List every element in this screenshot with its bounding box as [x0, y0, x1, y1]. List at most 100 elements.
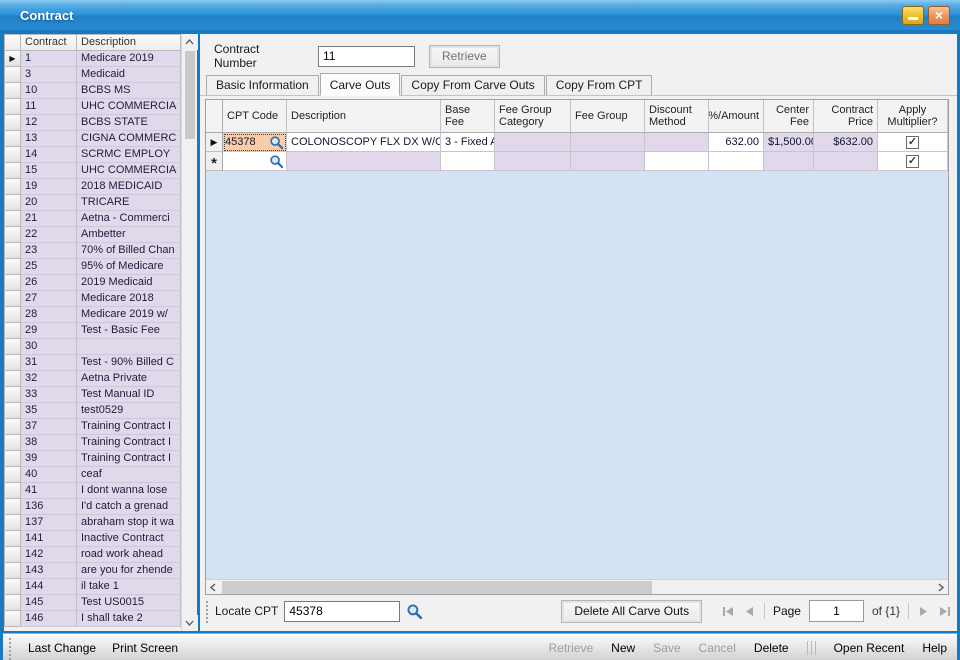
contract-list-row[interactable]: 146 I shall take 2: [4, 611, 181, 627]
contract-list-row[interactable]: 30: [4, 339, 181, 355]
contract-list-row[interactable]: 11 UHC COMMERCIA: [4, 99, 181, 115]
contract-list-row[interactable]: 143 are you for zhende: [4, 563, 181, 579]
contract-list-row[interactable]: 32 Aetna Private: [4, 371, 181, 387]
scroll-left-icon[interactable]: [206, 581, 220, 594]
fee-group-cell[interactable]: [571, 152, 645, 171]
panel-splitter[interactable]: [188, 34, 200, 631]
col-header-base-fee[interactable]: Base Fee: [441, 100, 495, 133]
contract-list-row[interactable]: 41 I dont wanna lose: [4, 483, 181, 499]
contract-list-row[interactable]: 40 ceaf: [4, 467, 181, 483]
tab-copy-from-carve-outs[interactable]: Copy From Carve Outs: [401, 75, 544, 95]
scroll-right-icon[interactable]: [934, 581, 948, 594]
contract-list-row[interactable]: 137 abraham stop it wa: [4, 515, 181, 531]
pct-amount-cell[interactable]: [709, 152, 764, 171]
print-screen-button[interactable]: Print Screen: [112, 641, 178, 655]
delete-action[interactable]: Delete: [754, 641, 789, 655]
contract-list-row[interactable]: 14 SCRMC EMPLOY: [4, 147, 181, 163]
cpt-code-cell[interactable]: 45378: [223, 133, 287, 152]
contract-list-row[interactable]: 12 BCBS STATE: [4, 115, 181, 131]
discount-method-cell[interactable]: [645, 152, 709, 171]
fee-group-category-cell[interactable]: [495, 152, 571, 171]
help-action[interactable]: Help: [922, 641, 947, 655]
new-action[interactable]: New: [611, 641, 635, 655]
locate-search-icon[interactable]: [406, 603, 423, 620]
contract-list-row[interactable]: 29 Test - Basic Fee: [4, 323, 181, 339]
contract-list-row[interactable]: 3 Medicaid: [4, 67, 181, 83]
save-action[interactable]: Save: [653, 641, 680, 655]
delete-all-carve-outs-button[interactable]: Delete All Carve Outs: [561, 600, 702, 623]
contract-list-row[interactable]: 145 Test US0015: [4, 595, 181, 611]
contract-price-cell[interactable]: [814, 152, 878, 171]
contract-list-row[interactable]: 33 Test Manual ID: [4, 387, 181, 403]
contract-list-row[interactable]: 26 2019 Medicaid: [4, 275, 181, 291]
col-header-fee-group-category[interactable]: Fee Group Category: [495, 100, 571, 133]
open-recent-action[interactable]: Open Recent: [834, 641, 905, 655]
contract-list-row[interactable]: 35 test0529: [4, 403, 181, 419]
page-number-input[interactable]: [809, 600, 864, 622]
description-cell[interactable]: COLONOSCOPY FLX DX W/C: [287, 133, 441, 152]
last-page-icon[interactable]: [938, 605, 951, 618]
next-page-icon[interactable]: [917, 605, 930, 618]
scrollbar-thumb[interactable]: [222, 581, 652, 594]
contract-list-row[interactable]: 144 il take 1: [4, 579, 181, 595]
retrieve-action[interactable]: Retrieve: [548, 641, 593, 655]
last-change-button[interactable]: Last Change: [28, 641, 96, 655]
contract-column-header[interactable]: Contract: [21, 34, 77, 51]
contract-list-row[interactable]: 38 Training Contract I: [4, 435, 181, 451]
contract-list-row[interactable]: 21 Aetna - Commerci: [4, 211, 181, 227]
fee-group-category-cell[interactable]: [495, 133, 571, 152]
contract-list-row[interactable]: 13 CIGNA COMMERC: [4, 131, 181, 147]
contract-list-row[interactable]: 141 Inactive Contract: [4, 531, 181, 547]
contract-list-row[interactable]: 15 UHC COMMERCIA: [4, 163, 181, 179]
contract-list-row[interactable]: 136 I'd catch a grenad: [4, 499, 181, 515]
cpt-code-cell[interactable]: [223, 152, 287, 171]
grid-row-1[interactable]: ▶ 45378 COLONOSCOPY FLX DX W/C 3 - Fixed…: [206, 133, 948, 152]
contract-list-row[interactable]: 142 road work ahead: [4, 547, 181, 563]
contract-list-row[interactable]: 10 BCBS MS: [4, 83, 181, 99]
minimize-button[interactable]: [902, 6, 924, 25]
contract-list-row[interactable]: 25 95% of Medicare: [4, 259, 181, 275]
contract-list-row[interactable]: 22 Ambetter: [4, 227, 181, 243]
apply-multiplier-checkbox[interactable]: ✓: [906, 136, 919, 149]
grid-horizontal-scrollbar[interactable]: [206, 579, 948, 594]
col-header-center-fee[interactable]: Center Fee: [764, 100, 814, 133]
description-column-header[interactable]: Description: [77, 34, 181, 51]
discount-method-cell[interactable]: [645, 133, 709, 152]
previous-page-icon[interactable]: [743, 605, 756, 618]
first-page-icon[interactable]: [722, 605, 735, 618]
col-header-apply-multiplier[interactable]: Apply Multiplier?: [878, 100, 948, 133]
contract-list-row[interactable]: 37 Training Contract I: [4, 419, 181, 435]
fee-group-cell[interactable]: [571, 133, 645, 152]
cpt-lookup-icon[interactable]: [269, 154, 284, 169]
center-fee-cell[interactable]: $1,500.00: [764, 133, 814, 152]
apply-multiplier-checkbox[interactable]: ✓: [906, 155, 919, 168]
contract-list-row[interactable]: 23 70% of Billed Chan: [4, 243, 181, 259]
grid-new-row[interactable]: * ✓: [206, 152, 948, 171]
col-header-cpt-code[interactable]: CPT Code: [223, 100, 287, 133]
contract-list-row[interactable]: 20 TRICARE: [4, 195, 181, 211]
pct-amount-cell[interactable]: 632.00: [709, 133, 764, 152]
col-header-contract-price[interactable]: Contract Price: [814, 100, 878, 133]
cancel-action[interactable]: Cancel: [699, 641, 736, 655]
close-button[interactable]: ×: [928, 6, 950, 25]
retrieve-button[interactable]: Retrieve: [429, 45, 500, 68]
contract-list-row[interactable]: 19 2018 MEDICAID: [4, 179, 181, 195]
contract-list-row[interactable]: 28 Medicare 2019 w/: [4, 307, 181, 323]
tab-copy-from-cpt[interactable]: Copy From CPT: [546, 75, 653, 95]
description-cell[interactable]: [287, 152, 441, 171]
contract-list-row[interactable]: 39 Training Contract I: [4, 451, 181, 467]
tab-basic-information[interactable]: Basic Information: [206, 75, 319, 95]
contract-price-cell[interactable]: $632.00: [814, 133, 878, 152]
contract-list-row[interactable]: ▶ 1 Medicare 2019: [4, 51, 181, 67]
col-header-description[interactable]: Description: [287, 100, 441, 133]
contract-number-input[interactable]: [318, 46, 415, 67]
base-fee-cell[interactable]: 3 - Fixed Am: [441, 133, 495, 152]
col-header-fee-group[interactable]: Fee Group: [571, 100, 645, 133]
tab-carve-outs[interactable]: Carve Outs: [320, 73, 401, 96]
cpt-lookup-icon[interactable]: [269, 135, 284, 150]
base-fee-cell[interactable]: [441, 152, 495, 171]
col-header-discount-method[interactable]: Discount Method: [645, 100, 709, 133]
contract-list-row[interactable]: 31 Test - 90% Billed C: [4, 355, 181, 371]
locate-cpt-input[interactable]: [284, 601, 400, 622]
center-fee-cell[interactable]: [764, 152, 814, 171]
